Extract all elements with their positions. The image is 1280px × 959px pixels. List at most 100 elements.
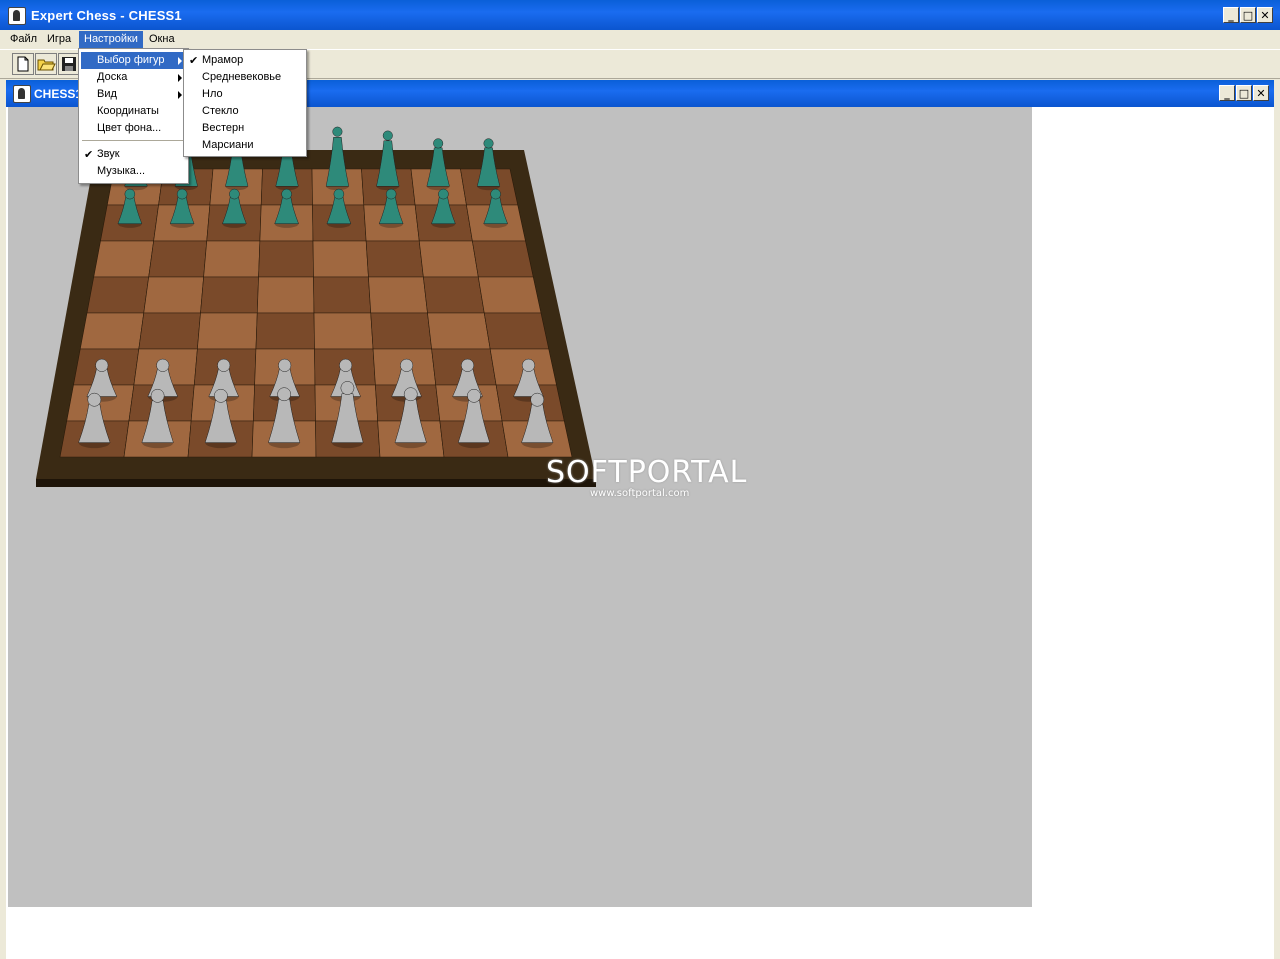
open-folder-icon [37, 59, 56, 71]
pieces-submenu: ✔ Мрамор Средневековье Нло Стекло Вестер… [183, 49, 307, 157]
menu-item-coordinates[interactable]: Координаты [81, 103, 186, 120]
white-pawn-piece-head [400, 358, 414, 372]
checkmark-icon: ✔ [84, 148, 94, 161]
board-square [148, 240, 208, 278]
menu-item-label: Цвет фона... [97, 122, 162, 134]
child-title: CHESS1 [34, 87, 83, 101]
menu-item-label: Выбор фигур [97, 54, 165, 66]
board-square [483, 312, 550, 350]
chess-board[interactable] [8, 107, 1032, 907]
white-pawn-piece-head [339, 358, 353, 372]
watermark-url: www.softportal.com [590, 488, 690, 499]
menu-item-background-color[interactable]: Цвет фона... [81, 120, 186, 137]
board-square [427, 312, 491, 350]
black-piece-head [483, 138, 494, 149]
black-piece-head [433, 138, 444, 149]
open-button[interactable] [35, 53, 57, 75]
submenu-item-medieval[interactable]: Средневековье [186, 69, 304, 86]
submenu-item-marble[interactable]: ✔ Мрамор [186, 52, 304, 69]
submenu-item-martian[interactable]: Марсиани [186, 137, 304, 154]
menu-settings[interactable]: Настройки [79, 31, 143, 48]
board-square [368, 276, 428, 314]
board-square [86, 276, 150, 314]
close-button[interactable]: ✕ [1257, 7, 1273, 23]
white-piece-head [467, 388, 481, 403]
board-square [472, 240, 534, 278]
submenu-item-label: Марсиани [202, 139, 254, 151]
minimize-button[interactable]: _ [1223, 7, 1239, 23]
board-square [79, 312, 145, 350]
board-square [203, 240, 261, 278]
maximize-button[interactable]: □ [1240, 7, 1256, 23]
submenu-item-western[interactable]: Вестерн [186, 120, 304, 137]
board-square [313, 276, 372, 314]
white-pawn-piece-head [156, 358, 170, 372]
submenu-item-glass[interactable]: Стекло [186, 103, 304, 120]
new-file-button[interactable] [12, 53, 34, 75]
board-square [423, 276, 485, 314]
white-pawn-piece-head [95, 358, 109, 372]
black-pawn-piece-head [281, 188, 292, 200]
menu-item-piece-selection[interactable]: Выбор фигур [81, 52, 186, 69]
board-square [197, 312, 258, 350]
menu-file[interactable]: Файл [5, 31, 42, 48]
menu-windows[interactable]: Окна [144, 31, 180, 48]
white-piece-head [277, 387, 292, 402]
board-square [138, 312, 201, 350]
white-pawn-piece-head [521, 358, 536, 372]
black-pawn-piece-head [176, 188, 188, 200]
menu-item-label: Координаты [97, 105, 159, 117]
chess-knight-icon[interactable] [13, 85, 31, 103]
save-button[interactable] [58, 53, 80, 75]
board-square [258, 240, 314, 278]
white-piece-head [150, 388, 165, 403]
chess-knight-icon[interactable] [8, 7, 26, 25]
new-file-icon [17, 56, 29, 72]
black-piece-head [382, 130, 393, 141]
white-pawn-piece-head [217, 358, 231, 372]
board-canvas[interactable] [8, 107, 1032, 907]
board-square [256, 276, 315, 314]
save-disk-icon [62, 57, 76, 71]
menu-game[interactable]: Игра [42, 31, 76, 48]
submenu-item-label: Средневековье [202, 71, 282, 83]
submenu-item-label: Мрамор [202, 54, 244, 66]
board-square [477, 276, 542, 314]
submenu-arrow-icon [178, 57, 182, 65]
menubar: Файл Игра Настройки Окна [0, 30, 1280, 48]
white-piece-head [340, 381, 355, 395]
board-square [255, 312, 315, 350]
submenu-item-ufo[interactable]: Нло [186, 86, 304, 103]
black-pawn-piece-head [438, 188, 449, 200]
menu-item-music[interactable]: Музыка... [81, 163, 186, 180]
app-titlebar: Expert Chess - CHESS1 _ □ ✕ [0, 0, 1280, 30]
submenu-item-label: Нло [202, 88, 223, 100]
menu-item-sound[interactable]: ✔ Звук [81, 146, 186, 163]
app-title: Expert Chess - CHESS1 [31, 8, 182, 23]
black-pawn-piece-head [385, 188, 397, 200]
menu-item-label: Вид [97, 88, 117, 100]
white-piece-head [87, 392, 102, 407]
board-square [200, 276, 259, 314]
board-square [313, 312, 374, 350]
black-pawn-piece-head [490, 188, 501, 200]
softportal-watermark: SOFTPORTAL www.softportal.com [546, 455, 748, 499]
black-pawn-piece-head [333, 188, 345, 200]
child-minimize-button[interactable]: _ [1219, 85, 1235, 101]
submenu-item-label: Стекло [202, 105, 239, 117]
checkmark-icon: ✔ [189, 54, 199, 67]
watermark-brand: SOFTPORTAL [546, 455, 748, 490]
white-piece-head [214, 388, 228, 403]
black-pawn-piece-head [124, 188, 136, 200]
settings-menu: Выбор фигур Доска Вид Координаты Цвет фо… [78, 48, 189, 184]
menu-item-view[interactable]: Вид [81, 86, 186, 103]
child-restore-button[interactable]: □ [1236, 85, 1252, 101]
child-close-button[interactable]: ✕ [1253, 85, 1269, 101]
board-square [312, 240, 369, 278]
menu-item-board[interactable]: Доска [81, 69, 186, 86]
white-piece-head [403, 387, 418, 402]
white-pawn-piece-head [461, 358, 475, 372]
board-square [370, 312, 432, 350]
board-square [418, 240, 479, 278]
menu-separator [82, 140, 183, 141]
